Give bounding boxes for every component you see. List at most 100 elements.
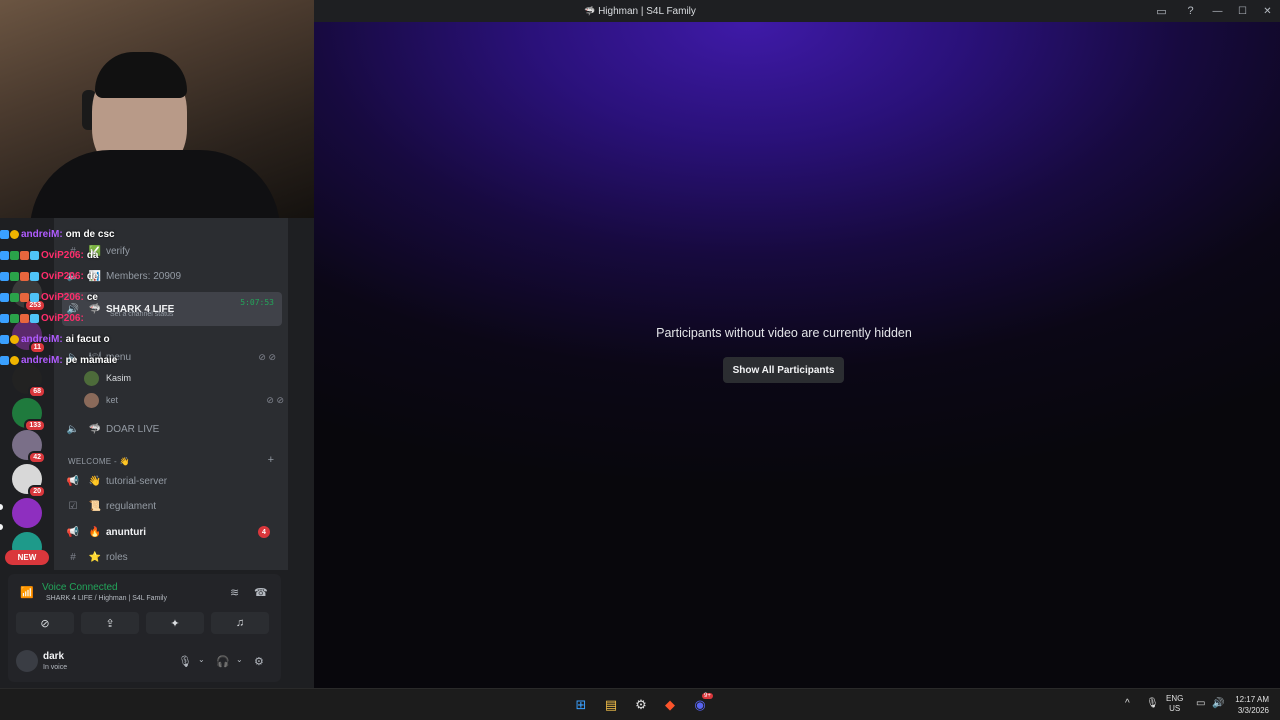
chat-badges (0, 272, 39, 281)
chat-text: om de csc (65, 229, 115, 240)
server-icon[interactable] (12, 498, 42, 528)
help-icon[interactable]: ? (1176, 0, 1205, 22)
add-channel-icon[interactable]: + (268, 454, 274, 466)
category-welcome[interactable]: WELCOME - 👋 (68, 457, 130, 466)
shark-emoji-icon: 🦈 (88, 423, 102, 435)
server-icon[interactable]: 42 (12, 430, 46, 464)
verified-badge-icon (0, 230, 9, 239)
voice-connected-title[interactable]: Voice Connected (42, 582, 118, 593)
sub-badge-icon (10, 230, 19, 239)
announcement-icon: 📢 (66, 526, 80, 538)
server-icon[interactable]: 133 (12, 398, 46, 432)
microphone-icon[interactable]: 🎙 (178, 655, 192, 668)
channel-name: regulament (106, 500, 157, 512)
channel-roles[interactable]: # ⭐ roles (62, 546, 282, 568)
chat-message: OviP206: ce (0, 287, 180, 308)
headphones-icon[interactable]: 🎧 (216, 655, 230, 668)
activities-button[interactable]: ✦ (146, 612, 204, 634)
wave-emoji-icon: 👋 (88, 475, 102, 487)
gift-badge-icon (20, 314, 29, 323)
chat-badges (0, 356, 19, 365)
disconnect-icon[interactable]: ☎ (254, 586, 268, 599)
chevron-down-icon[interactable]: ⌄ (236, 655, 243, 664)
speaker-icon: 🔈 (66, 423, 80, 435)
verified-badge-icon (0, 251, 9, 260)
server-badge: 20 (28, 485, 46, 498)
soundboard-button[interactable]: ♫ (211, 612, 269, 634)
camera-off-icon: ⊘ (40, 617, 50, 630)
server-badge: 42 (28, 451, 46, 464)
camera-off-button[interactable]: ⊘ (16, 612, 74, 634)
user-name[interactable]: dark (43, 651, 64, 662)
chat-message: OviP206: de (0, 266, 180, 287)
avatar[interactable] (16, 650, 38, 672)
chat-message: andreiM: om de csc (0, 224, 180, 245)
chat-text: da (86, 250, 99, 261)
language-indicator[interactable]: ENG US (1166, 694, 1183, 714)
sub-badge-icon (10, 293, 19, 302)
mention-badge: 4 (258, 526, 270, 538)
system-clock[interactable]: 12:17 AM 3/3/2026 (1225, 694, 1269, 716)
verified-badge-icon (0, 293, 9, 302)
voice-user[interactable]: ket ⊘ ⊘ (84, 390, 284, 410)
maximize-button[interactable]: ☐ (1230, 0, 1255, 22)
noise-suppression-icon[interactable]: ≋ (230, 586, 239, 599)
chat-badges (0, 230, 19, 239)
server-badge: 68 (28, 385, 46, 398)
title-bar-controls: ▭ ? — ☐ ✕ (1147, 0, 1280, 22)
muted-deafened-icons: ⊘ ⊘ (266, 394, 284, 405)
unread-pill (0, 524, 3, 530)
voice-user[interactable]: Kasim (84, 368, 131, 388)
announcement-icon: 📢 (66, 475, 80, 487)
cube-badge-icon (30, 293, 39, 302)
gift-badge-icon (20, 251, 29, 260)
verified-badge-icon (0, 356, 9, 365)
display-icon[interactable]: ▭ (1196, 698, 1205, 709)
activities-icon: ✦ (170, 617, 180, 630)
sub-badge-icon (10, 251, 19, 260)
chat-badges (0, 251, 39, 260)
minimize-button[interactable]: — (1205, 0, 1230, 22)
avatar (84, 392, 99, 408)
sub-badge-icon (10, 335, 19, 344)
voice-channel-path[interactable]: SHARK 4 LIFE / Highman | S4L Family (46, 595, 167, 602)
clock-time: 12:17 AM (1235, 695, 1269, 704)
sub-badge-icon (10, 314, 19, 323)
rules-icon: ☑ (68, 500, 78, 512)
chat-username: OviP206: (41, 250, 84, 261)
close-button[interactable]: ✕ (1255, 0, 1280, 22)
chat-username: andreiM: (21, 334, 63, 345)
server-icon[interactable]: 20 (12, 464, 46, 498)
fire-emoji-icon: 🔥 (88, 526, 102, 538)
unread-pill (0, 504, 3, 510)
app-icon[interactable]: ⚙ (631, 695, 651, 715)
chat-message: OviP206: (0, 308, 180, 329)
channel-doar-live[interactable]: 🔈 🦈 DOAR LIVE (62, 418, 282, 440)
signal-icon[interactable]: 📶 (20, 586, 34, 599)
channel-regulament[interactable]: ☑ 📜 regulament (62, 495, 282, 517)
show-all-participants-button[interactable]: Show All Participants (723, 357, 844, 383)
screen-share-button[interactable]: ⇪ (81, 612, 139, 634)
window-title-text: Highman | S4L Family (598, 5, 696, 17)
voice-timer: 5:07:53 (240, 298, 274, 307)
file-explorer-icon[interactable]: ▤ (601, 695, 621, 715)
scroll-emoji-icon: 📜 (88, 500, 102, 512)
channel-tutorial-server[interactable]: 📢 👋 tutorial-server (62, 470, 282, 492)
start-button-icon[interactable]: ⊞ (571, 695, 591, 715)
chevron-up-icon[interactable]: ^ (1125, 698, 1130, 709)
stream-chat-overlay: andreiM: om de csc OviP206: da OviP206: … (0, 224, 180, 371)
volume-icon[interactable]: 🔊 (1212, 698, 1224, 709)
verified-badge-icon (0, 272, 9, 281)
microphone-icon[interactable]: 🎙 (1146, 698, 1159, 709)
channel-anunturi[interactable]: 📢 🔥 anunturi 4 (62, 521, 282, 543)
channel-name: DOAR LIVE (106, 423, 160, 435)
gear-icon[interactable]: ⚙ (254, 655, 264, 668)
brave-browser-icon[interactable]: ◆ (660, 695, 680, 715)
chevron-down-icon[interactable]: ⌄ (198, 655, 205, 664)
new-badge: NEW (5, 550, 49, 565)
window-title: 🦈 Highman | S4L Family (584, 6, 696, 17)
channel-name: tutorial-server (106, 475, 168, 487)
chat-username: OviP206: (41, 271, 84, 282)
cube-badge-icon (30, 272, 39, 281)
inbox-icon[interactable]: ▭ (1147, 0, 1176, 22)
